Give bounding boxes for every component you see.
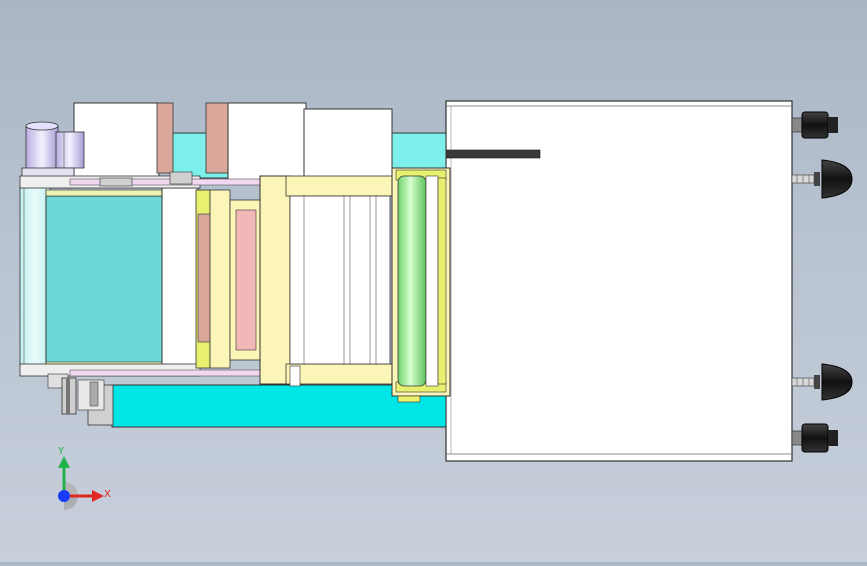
- caster-wheel-icon: [791, 159, 853, 199]
- left-conveyor: [19, 175, 201, 377]
- caster-wheel-icon: [791, 423, 838, 453]
- feed-unit: [195, 175, 393, 387]
- axis-triad-icon: Y X: [57, 446, 111, 510]
- y-axis-label: Y: [57, 446, 65, 457]
- caster-wheel-icon: [791, 111, 838, 139]
- cad-viewport[interactable]: Y X: [0, 0, 867, 562]
- pulley-assembly: [47, 373, 105, 415]
- x-axis-label: X: [104, 489, 111, 500]
- upper-housing: [73, 102, 393, 184]
- roller-icon: [391, 167, 451, 403]
- caster-wheel-icon: [791, 363, 853, 401]
- machine-top-view: Y X: [19, 100, 853, 510]
